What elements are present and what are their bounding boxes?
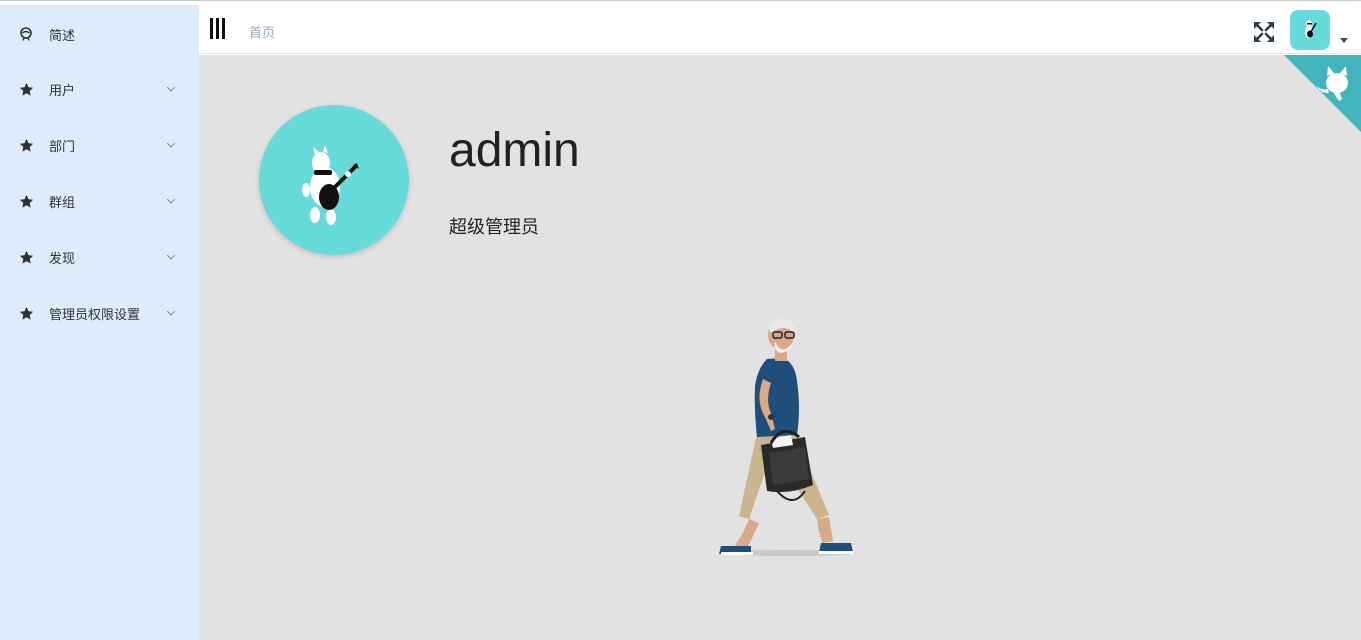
chevron-down-icon	[166, 142, 176, 148]
sidebar-item-label: 简述	[49, 28, 76, 44]
sidebar-item-label: 发现	[49, 251, 76, 267]
sidebar-item-overview[interactable]: 简述	[0, 14, 199, 54]
avatar[interactable]	[1290, 10, 1330, 50]
sidebar-item-users[interactable]: 用户	[0, 69, 199, 109]
star-icon	[18, 193, 34, 209]
star-icon	[18, 81, 34, 97]
chevron-down-icon	[166, 254, 176, 260]
hamburger-icon[interactable]	[210, 18, 228, 40]
profile-role: 超级管理员	[449, 217, 539, 238]
chevron-down-icon	[166, 310, 176, 316]
sidebar-item-admin-permissions[interactable]: 管理员权限设置	[0, 293, 199, 333]
sidebar: 简述 用户 部门 群组 发现 管理员权限设置	[0, 5, 199, 640]
caret-down-icon[interactable]	[1340, 38, 1348, 44]
star-icon	[18, 249, 34, 265]
github-corner-icon[interactable]	[1284, 55, 1361, 132]
walking-man-illustration	[719, 318, 854, 556]
main-content: admin 超级管理员	[199, 55, 1361, 640]
sidebar-item-label: 管理员权限设置	[49, 307, 141, 323]
breadcrumb[interactable]: 首页	[249, 22, 275, 41]
chevron-down-icon	[166, 198, 176, 204]
star-icon	[18, 305, 34, 321]
sidebar-item-groups[interactable]: 群组	[0, 181, 199, 221]
profile-name: admin	[449, 124, 580, 177]
profile-avatar	[259, 105, 409, 255]
navbar: 首页	[199, 5, 1361, 54]
sidebar-item-departments[interactable]: 部门	[0, 125, 199, 165]
star-icon	[18, 137, 34, 153]
fullscreen-icon[interactable]	[1253, 21, 1275, 43]
sidebar-item-label: 群组	[49, 195, 76, 211]
chevron-down-icon	[166, 86, 176, 92]
dashboard-icon	[18, 26, 34, 42]
sidebar-item-label: 部门	[49, 139, 76, 155]
sidebar-item-label: 用户	[49, 83, 76, 99]
sidebar-item-discover[interactable]: 发现	[0, 237, 199, 277]
